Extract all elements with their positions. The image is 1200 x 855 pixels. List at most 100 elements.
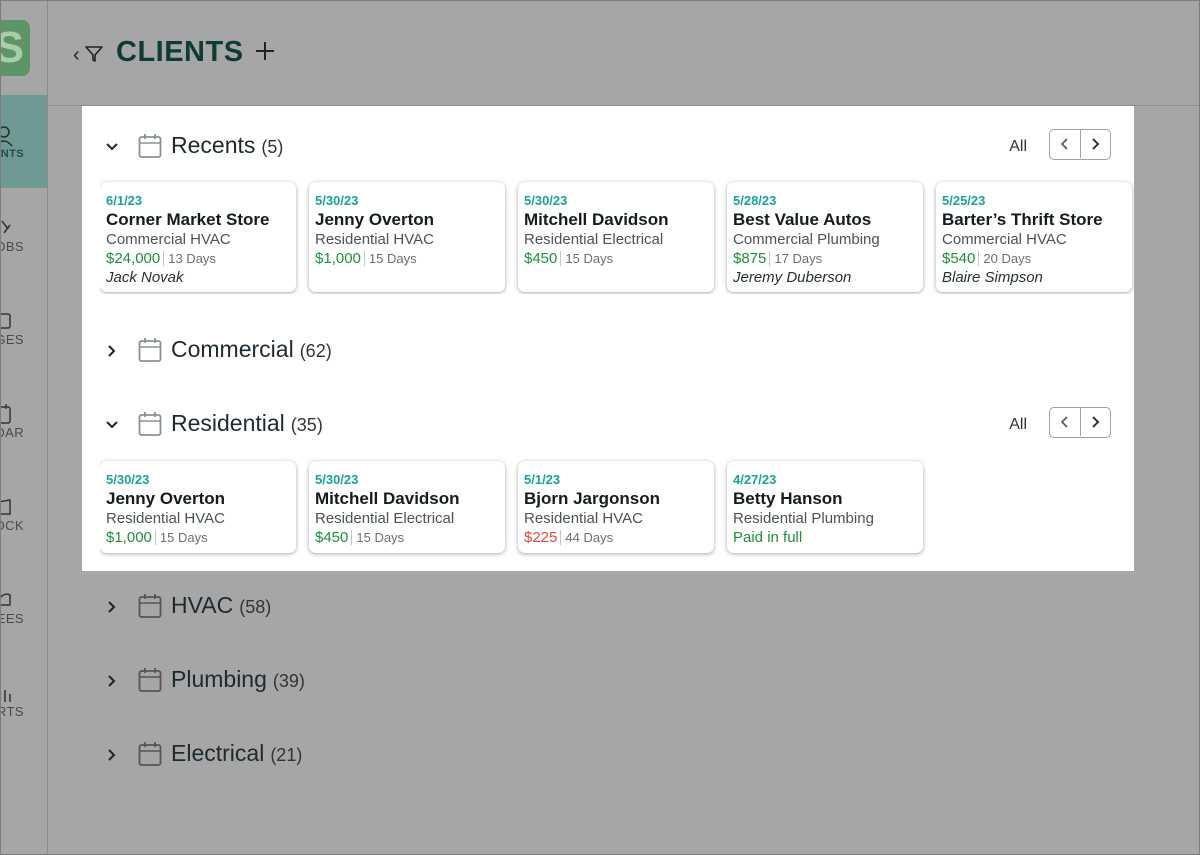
card-days: 44 Days (560, 530, 614, 545)
sidebar-item-calendar[interactable]: CALENDAR (0, 374, 47, 467)
card-service-type: Commercial HVAC (942, 231, 1067, 248)
back-chevron-icon[interactable]: ‹ (73, 44, 80, 67)
card-service-type: Residential HVAC (315, 231, 434, 248)
chevron-right-icon (1092, 416, 1100, 428)
sidebar-item-label: JOBS (0, 239, 24, 254)
prev-page-button[interactable] (1050, 408, 1080, 436)
client-card[interactable]: 5/30/23 Mitchell Davidson Residential El… (309, 461, 505, 553)
card-service-type: Residential HVAC (106, 510, 225, 527)
client-card[interactable]: 5/30/23 Mitchell Davidson Residential El… (518, 182, 714, 292)
group-count: (5) (261, 137, 284, 157)
card-days: 15 Days (363, 251, 417, 266)
sidebar-item-employees[interactable]: EMPLOYEES (0, 560, 47, 653)
hardhat-icon (0, 593, 11, 606)
filter-icon[interactable] (84, 44, 104, 64)
chevron-down-icon[interactable] (104, 417, 120, 433)
card-date: 5/25/23 (942, 193, 986, 208)
card-client-name: Jenny Overton (315, 210, 435, 229)
sidebar: S CLIENTS JOBS MESSAGES CALENDAR STOCK E… (0, 0, 48, 855)
sidebar-item-stock[interactable]: STOCK (0, 467, 47, 560)
wrench-icon (1, 220, 11, 234)
card-service-type: Residential HVAC (524, 510, 643, 527)
card-date: 5/30/23 (315, 472, 359, 487)
sidebar-item-label: EMPLOYEES (0, 611, 24, 626)
card-amount: $24,000 (106, 250, 161, 267)
group-count: (35) (290, 415, 323, 435)
recents-pager (1049, 129, 1111, 160)
chevron-down-icon[interactable] (104, 139, 120, 155)
bar-chart-icon (0, 686, 11, 702)
client-card[interactable]: 4/27/23 Betty Hanson Residential Plumbin… (727, 461, 923, 553)
group-title: Electrical (171, 740, 265, 766)
calendar-icon (138, 742, 162, 766)
group-count: (62) (299, 341, 332, 361)
residential-cards: 5/30/23 Jenny Overton Residential HVAC $… (100, 457, 1134, 571)
group-header-electrical[interactable]: Electrical (21) (82, 736, 682, 776)
sidebar-item-messages[interactable]: MESSAGES (0, 281, 47, 374)
card-service-type: Residential Electrical (524, 231, 664, 248)
calendar-icon (138, 594, 162, 618)
group-title: Plumbing (171, 666, 267, 692)
page-header: ‹ CLIENTS (49, 0, 1200, 106)
card-days: 15 Days (351, 530, 405, 545)
view-all-link[interactable]: All (1009, 416, 1027, 434)
group-title: Residential (171, 410, 285, 436)
add-client-icon[interactable] (254, 40, 276, 62)
client-card[interactable]: 5/30/23 Jenny Overton Residential HVAC $… (100, 461, 296, 553)
next-page-button[interactable] (1079, 130, 1110, 158)
card-date: 5/1/23 (524, 472, 561, 487)
card-client-name: Mitchell Davidson (315, 489, 460, 508)
stock-icon (0, 499, 11, 515)
card-client-name: Best Value Autos (733, 210, 872, 229)
sidebar-item-label: CALENDAR (0, 425, 24, 440)
client-card[interactable]: 5/28/23 Best Value Autos Commercial Plum… (727, 182, 923, 292)
chevron-left-icon (1060, 416, 1068, 428)
card-date: 6/1/23 (106, 193, 143, 208)
card-client-name: Bjorn Jargonson (524, 489, 661, 508)
card-client-name: Corner Market Store (106, 210, 270, 229)
group-header-recents[interactable]: Recents (5) All (82, 128, 1134, 168)
client-card[interactable]: 5/1/23 Bjorn Jargonson Residential HVAC … (518, 461, 714, 553)
group-count: (21) (270, 745, 303, 765)
group-header-residential[interactable]: Residential (35) All (82, 406, 1134, 446)
client-card[interactable]: 5/25/23 Barter’s Thrift Store Commercial… (936, 182, 1132, 292)
app-logo[interactable]: S (0, 20, 30, 76)
card-amount: $540 (942, 250, 976, 267)
chevron-right-icon (1092, 138, 1100, 150)
chevron-right-icon[interactable] (104, 343, 120, 359)
client-card[interactable]: 6/1/23 Corner Market Store Commercial HV… (100, 182, 296, 292)
next-page-button[interactable] (1079, 408, 1110, 436)
chevron-right-icon[interactable] (104, 599, 120, 615)
card-amount: $875 (733, 250, 767, 267)
message-icon (0, 313, 11, 329)
card-service-type: Commercial HVAC (106, 231, 231, 248)
card-days: 20 Days (978, 251, 1032, 266)
logo-letter: S (0, 23, 24, 73)
sidebar-item-jobs[interactable]: JOBS (0, 188, 47, 281)
group-header-hvac[interactable]: HVAC (58) (82, 588, 682, 628)
card-contact: Jeremy Duberson (733, 269, 852, 286)
card-client-name: Betty Hanson (733, 489, 843, 508)
chevron-right-icon[interactable] (104, 747, 120, 763)
group-count: (58) (239, 597, 272, 617)
card-paid-status: Paid in full (733, 529, 803, 546)
group-header-plumbing[interactable]: Plumbing (39) (82, 662, 682, 702)
client-card[interactable]: 5/30/23 Jenny Overton Residential HVAC $… (309, 182, 505, 292)
chevron-right-icon[interactable] (104, 673, 120, 689)
calendar-icon (138, 134, 162, 158)
card-date: 5/30/23 (315, 193, 359, 208)
sidebar-item-clients[interactable]: CLIENTS (0, 95, 47, 188)
card-amount: $1,000 (106, 529, 152, 546)
group-title: Commercial (171, 336, 294, 362)
card-client-name: Jenny Overton (106, 489, 226, 508)
group-count: (39) (272, 671, 305, 691)
sidebar-item-reports[interactable]: REPORTS (0, 653, 47, 746)
card-days: 15 Days (560, 251, 614, 266)
view-all-link[interactable]: All (1009, 138, 1027, 156)
card-amount: $450 (524, 250, 558, 267)
card-service-type: Commercial Plumbing (733, 231, 880, 248)
card-days: 15 Days (154, 530, 208, 545)
calendar-icon (138, 338, 162, 362)
prev-page-button[interactable] (1050, 130, 1080, 158)
group-header-commercial[interactable]: Commercial (62) (82, 332, 1134, 372)
